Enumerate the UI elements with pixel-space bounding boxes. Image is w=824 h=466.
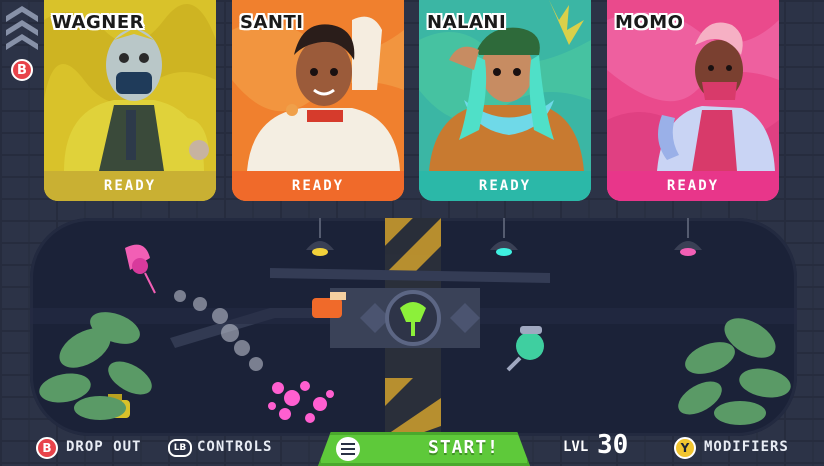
- pink-splatter: [268, 381, 334, 423]
- drop-out-button[interactable]: DROP OUT: [66, 439, 141, 455]
- lamp-yellow: [306, 218, 334, 256]
- character-name: MOMO: [615, 12, 684, 33]
- start-label[interactable]: START!: [428, 437, 499, 458]
- lb-button-icon[interactable]: LB: [168, 439, 192, 457]
- ready-status: READY: [232, 171, 404, 201]
- character-card-momo[interactable]: MOMO READY: [607, 0, 779, 201]
- controls-button[interactable]: CONTROLS: [197, 439, 272, 455]
- ready-status: READY: [419, 171, 591, 201]
- orange-player-character: [312, 292, 346, 318]
- menu-icon[interactable]: [336, 437, 360, 461]
- ready-status: READY: [44, 171, 216, 201]
- bottom-bar: B DROP OUT LB CONTROLS START! LVL 30 Y M…: [0, 430, 824, 466]
- level-label: LVL: [563, 439, 589, 455]
- modifiers-button[interactable]: MODIFIERS: [704, 439, 789, 455]
- character-card-santi[interactable]: SANTI READY: [232, 0, 404, 201]
- b-button-icon[interactable]: B: [36, 437, 58, 459]
- character-name: WAGNER: [52, 12, 144, 33]
- y-button-icon[interactable]: Y: [674, 437, 696, 459]
- character-name: SANTI: [240, 12, 304, 33]
- character-card-nalani[interactable]: NALANI READY: [419, 0, 591, 201]
- character-name: NALANI: [427, 12, 507, 33]
- lamp-pink: [674, 218, 702, 256]
- center-gear-emblem: [330, 288, 480, 348]
- plant-right: [678, 318, 791, 425]
- pink-player-character: [125, 244, 156, 294]
- arena-scene: [30, 218, 797, 436]
- character-card-wagner[interactable]: WAGNER READY: [44, 0, 216, 201]
- teal-player-character: [506, 326, 544, 372]
- ready-status: READY: [607, 171, 779, 201]
- lamp-cyan: [490, 218, 518, 256]
- back-chevrons-icon[interactable]: [6, 6, 38, 54]
- level-value: 30: [597, 430, 629, 460]
- back-b-button-icon[interactable]: B: [11, 59, 33, 81]
- arena-graphics: [30, 218, 797, 436]
